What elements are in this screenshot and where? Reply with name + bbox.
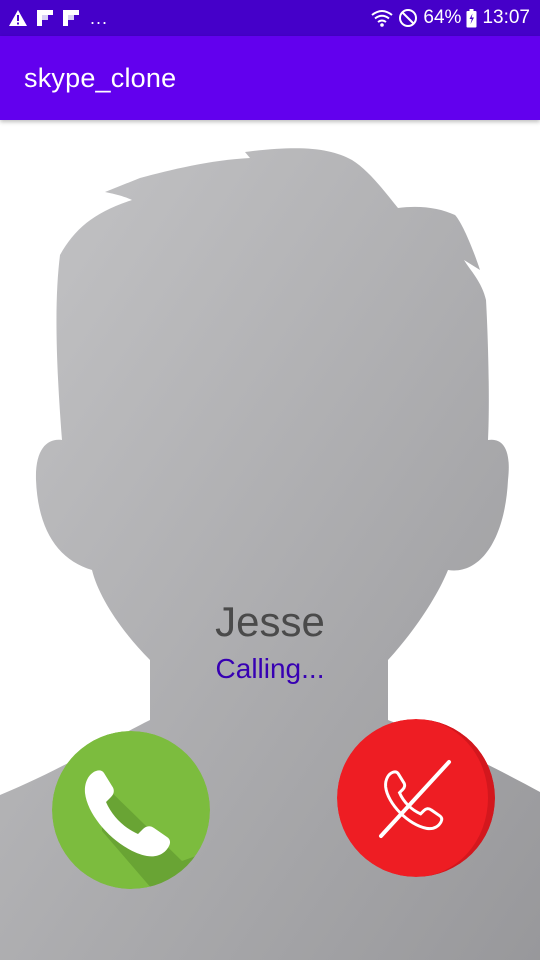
phone-icon xyxy=(52,731,210,889)
app-title: skype_clone xyxy=(24,62,177,93)
incoming-call-screen: ... 64% 13:07 skype_clone Jesse Calling.… xyxy=(0,0,540,960)
warning-icon xyxy=(8,9,28,27)
call-status: Calling... xyxy=(215,653,325,684)
more-notifications: ... xyxy=(90,7,109,28)
flipboard-icon xyxy=(62,9,80,27)
battery-icon xyxy=(466,8,477,28)
decline-call-button[interactable] xyxy=(337,719,495,877)
status-system: 64% 13:07 xyxy=(371,7,530,29)
app-bar: skype_clone xyxy=(0,36,540,120)
accept-call-button[interactable] xyxy=(52,731,210,889)
wifi-icon xyxy=(371,9,394,27)
phone-off-icon xyxy=(337,719,495,877)
status-notifications: ... xyxy=(8,8,108,29)
flipboard-icon xyxy=(36,9,54,27)
caller-name: Jesse xyxy=(215,598,325,645)
battery-percent: 64% xyxy=(423,7,462,28)
do-not-disturb-icon xyxy=(398,8,418,28)
clock: 13:07 xyxy=(482,7,530,28)
status-bar: ... 64% 13:07 xyxy=(0,0,540,36)
call-content: Jesse Calling... xyxy=(0,120,540,960)
